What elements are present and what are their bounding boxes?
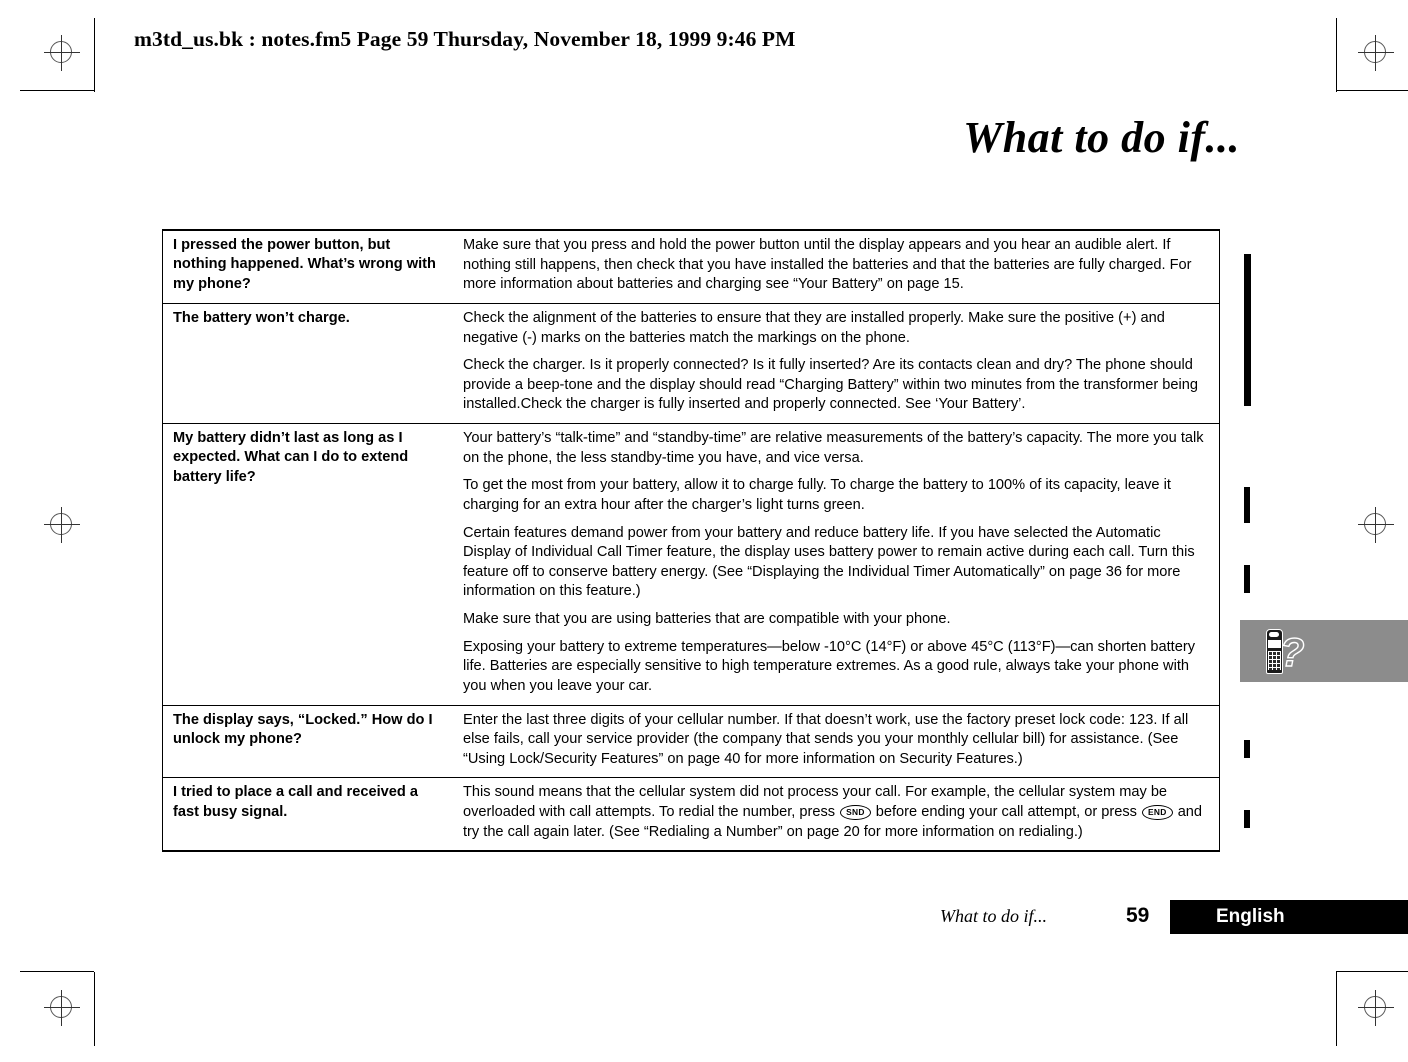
- send-key-icon: SND: [840, 805, 871, 821]
- faq-answer-paragraph: Enter the last three digits of your cell…: [463, 711, 1189, 767]
- faq-answer-paragraph: Exposing your battery to extreme tempera…: [463, 638, 1196, 694]
- faq-answer-paragraph: Your battery’s “talk-time” and “standby-…: [463, 430, 1204, 466]
- trim-line-right-top: [1336, 18, 1337, 92]
- end-key-icon: END: [1142, 805, 1173, 821]
- faq-answer-paragraph: Check the alignment of the batteries to …: [463, 309, 1165, 346]
- faq-question: The battery won’t charge.: [173, 309, 350, 326]
- trim-line-right-bottom: [1336, 972, 1337, 1046]
- answer-text-part-2: before ending your call attempt, or pres…: [871, 804, 1142, 820]
- table-row: I tried to place a call and received a f…: [163, 778, 1220, 851]
- faq-question: The display says, “Locked.” How do I unl…: [173, 711, 433, 747]
- trim-line-top-left: [20, 90, 94, 91]
- faq-question: I pressed the power button, but nothing …: [173, 237, 436, 292]
- side-tab-marker: ?: [1240, 620, 1408, 682]
- faq-answer-paragraph: To get the most from your battery, allow…: [463, 477, 1171, 513]
- registration-mark-top-left: [44, 35, 80, 71]
- faq-answer: Make sure that you press and hold the po…: [453, 230, 1220, 303]
- footer-running-title: What to do if...: [940, 906, 1047, 926]
- change-bar: [1244, 487, 1250, 523]
- change-bar: [1244, 565, 1250, 593]
- registration-mark-bottom-left: [44, 990, 80, 1026]
- trim-line-bottom-left: [20, 971, 94, 972]
- faq-answer: Your battery’s “talk-time” and “standby-…: [453, 424, 1220, 706]
- language-badge-label: English: [1216, 906, 1285, 927]
- faq-answer: Check the alignment of the batteries to …: [453, 303, 1220, 423]
- change-bar: [1244, 254, 1251, 406]
- change-bar: [1244, 740, 1250, 758]
- table-row: The battery won’t charge. Check the alig…: [162, 303, 1220, 424]
- registration-mark-middle-right: [1358, 507, 1394, 543]
- faq-answer: This sound means that the cellular syste…: [453, 778, 1220, 851]
- trim-line-left-bottom: [94, 972, 95, 1046]
- faq-table: I pressed the power button, but nothing …: [162, 229, 1220, 853]
- page-header-filepath: m3td_us.bk : notes.fm5 Page 59 Thursday,…: [134, 27, 796, 51]
- faq-answer-paragraph: This sound means that the cellular syste…: [463, 783, 1211, 842]
- table-row: My battery didn’t last as long as I expe…: [162, 424, 1220, 706]
- trim-line-top-right: [1336, 90, 1408, 91]
- page-number: 59: [1126, 904, 1150, 927]
- faq-question: I tried to place a call and received a f…: [173, 784, 418, 820]
- table-row: I pressed the power button, but nothing …: [162, 230, 1220, 304]
- faq-answer-paragraph: Make sure that you press and hold the po…: [463, 237, 1192, 293]
- registration-mark-bottom-right: [1358, 990, 1394, 1026]
- trim-line-bottom-right: [1336, 971, 1408, 972]
- faq-question: My battery didn’t last as long as I expe…: [173, 430, 409, 485]
- table-row: The display says, “Locked.” How do I unl…: [162, 705, 1220, 778]
- language-badge: English: [1170, 900, 1408, 934]
- question-mark-icon: ?: [1279, 631, 1305, 675]
- faq-answer-paragraph: Check the charger. Is it properly connec…: [463, 357, 1198, 413]
- registration-mark-top-right: [1358, 35, 1394, 71]
- faq-answer: Enter the last three digits of your cell…: [453, 705, 1220, 778]
- trim-line-left-top: [94, 18, 95, 92]
- registration-mark-middle-left: [44, 507, 80, 543]
- change-bar: [1244, 810, 1250, 828]
- page-title: What to do if...: [963, 113, 1240, 162]
- faq-answer-paragraph: Make sure that you are using batteries t…: [463, 611, 951, 627]
- faq-answer-paragraph: Certain features demand power from your …: [463, 524, 1195, 600]
